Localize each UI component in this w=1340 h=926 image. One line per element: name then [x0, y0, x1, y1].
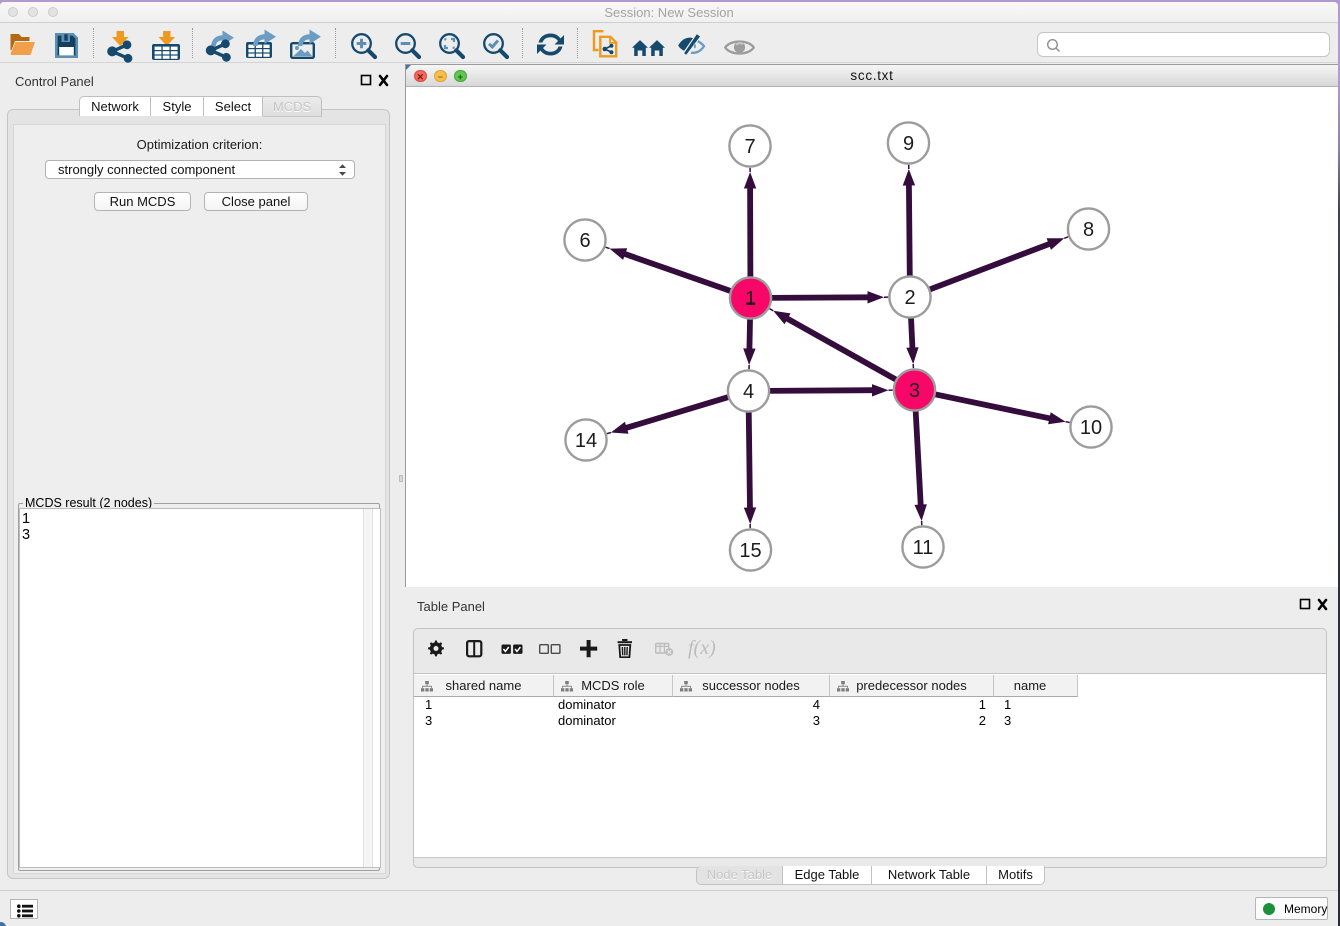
svg-text:3: 3 [909, 380, 920, 402]
svg-text:6: 6 [579, 230, 590, 252]
svg-text:4: 4 [743, 381, 754, 403]
svg-text:14: 14 [575, 430, 597, 452]
svg-text:9: 9 [903, 133, 914, 155]
svg-text:10: 10 [1080, 417, 1102, 439]
svg-text:15: 15 [739, 540, 761, 562]
svg-text:8: 8 [1083, 219, 1094, 241]
svg-text:1: 1 [745, 288, 756, 310]
svg-text:2: 2 [904, 287, 915, 309]
svg-text:7: 7 [744, 136, 755, 158]
svg-text:11: 11 [913, 537, 934, 559]
